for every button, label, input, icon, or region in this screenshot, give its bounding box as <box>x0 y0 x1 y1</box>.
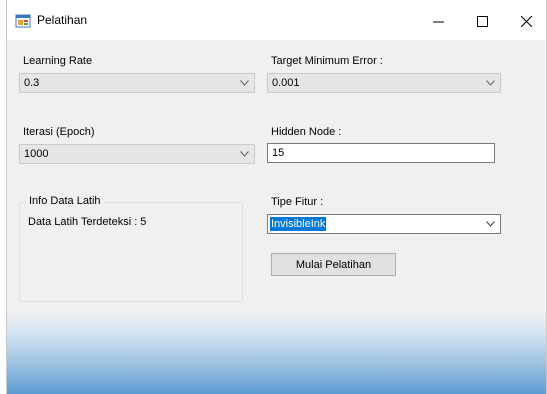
tipe-fitur-select[interactable]: InvisibleInk <box>267 214 501 234</box>
iterasi-label: Iterasi (Epoch) <box>23 126 95 138</box>
learning-rate-label: Learning Rate <box>23 55 93 67</box>
target-error-value: 0.001 <box>272 77 300 89</box>
pelatihan-window: Pelatihan Learning Rate 0.3 Target Minim… <box>6 0 547 394</box>
hidden-node-value: 15 <box>272 147 285 159</box>
chevron-down-icon <box>486 221 495 227</box>
info-data-latih-group: Info Data Latih Data Latih Terdeteksi : … <box>19 195 243 302</box>
chevron-down-icon <box>240 151 249 157</box>
window-title: Pelatihan <box>37 13 88 27</box>
minimize-icon <box>432 21 444 22</box>
app-window-icon <box>15 14 31 28</box>
chevron-down-icon <box>486 80 495 86</box>
hidden-node-label: Hidden Node : <box>271 126 342 138</box>
learning-rate-select[interactable]: 0.3 <box>19 73 255 93</box>
footer-gradient <box>7 310 546 394</box>
target-error-select[interactable]: 0.001 <box>267 73 501 93</box>
learning-rate-value: 0.3 <box>24 77 40 89</box>
close-icon <box>520 15 532 27</box>
iterasi-select[interactable]: 1000 <box>19 144 255 164</box>
maximize-button[interactable] <box>460 6 504 36</box>
target-error-label: Target Minimum Error : <box>271 55 383 67</box>
chevron-down-icon <box>240 80 249 86</box>
info-group-title: Info Data Latih <box>26 195 104 207</box>
hidden-node-input[interactable]: 15 <box>267 143 495 163</box>
mulai-pelatihan-button[interactable]: Mulai Pelatihan <box>271 253 396 276</box>
close-button[interactable] <box>504 6 547 36</box>
tipe-fitur-label: Tipe Fitur : <box>271 196 324 208</box>
title-bar[interactable]: Pelatihan <box>7 0 546 40</box>
maximize-icon <box>476 15 488 27</box>
minimize-button[interactable] <box>416 6 460 36</box>
data-latih-count: Data Latih Terdeteksi : 5 <box>28 216 147 228</box>
tipe-fitur-value: InvisibleInk <box>270 217 327 231</box>
iterasi-value: 1000 <box>24 148 49 160</box>
